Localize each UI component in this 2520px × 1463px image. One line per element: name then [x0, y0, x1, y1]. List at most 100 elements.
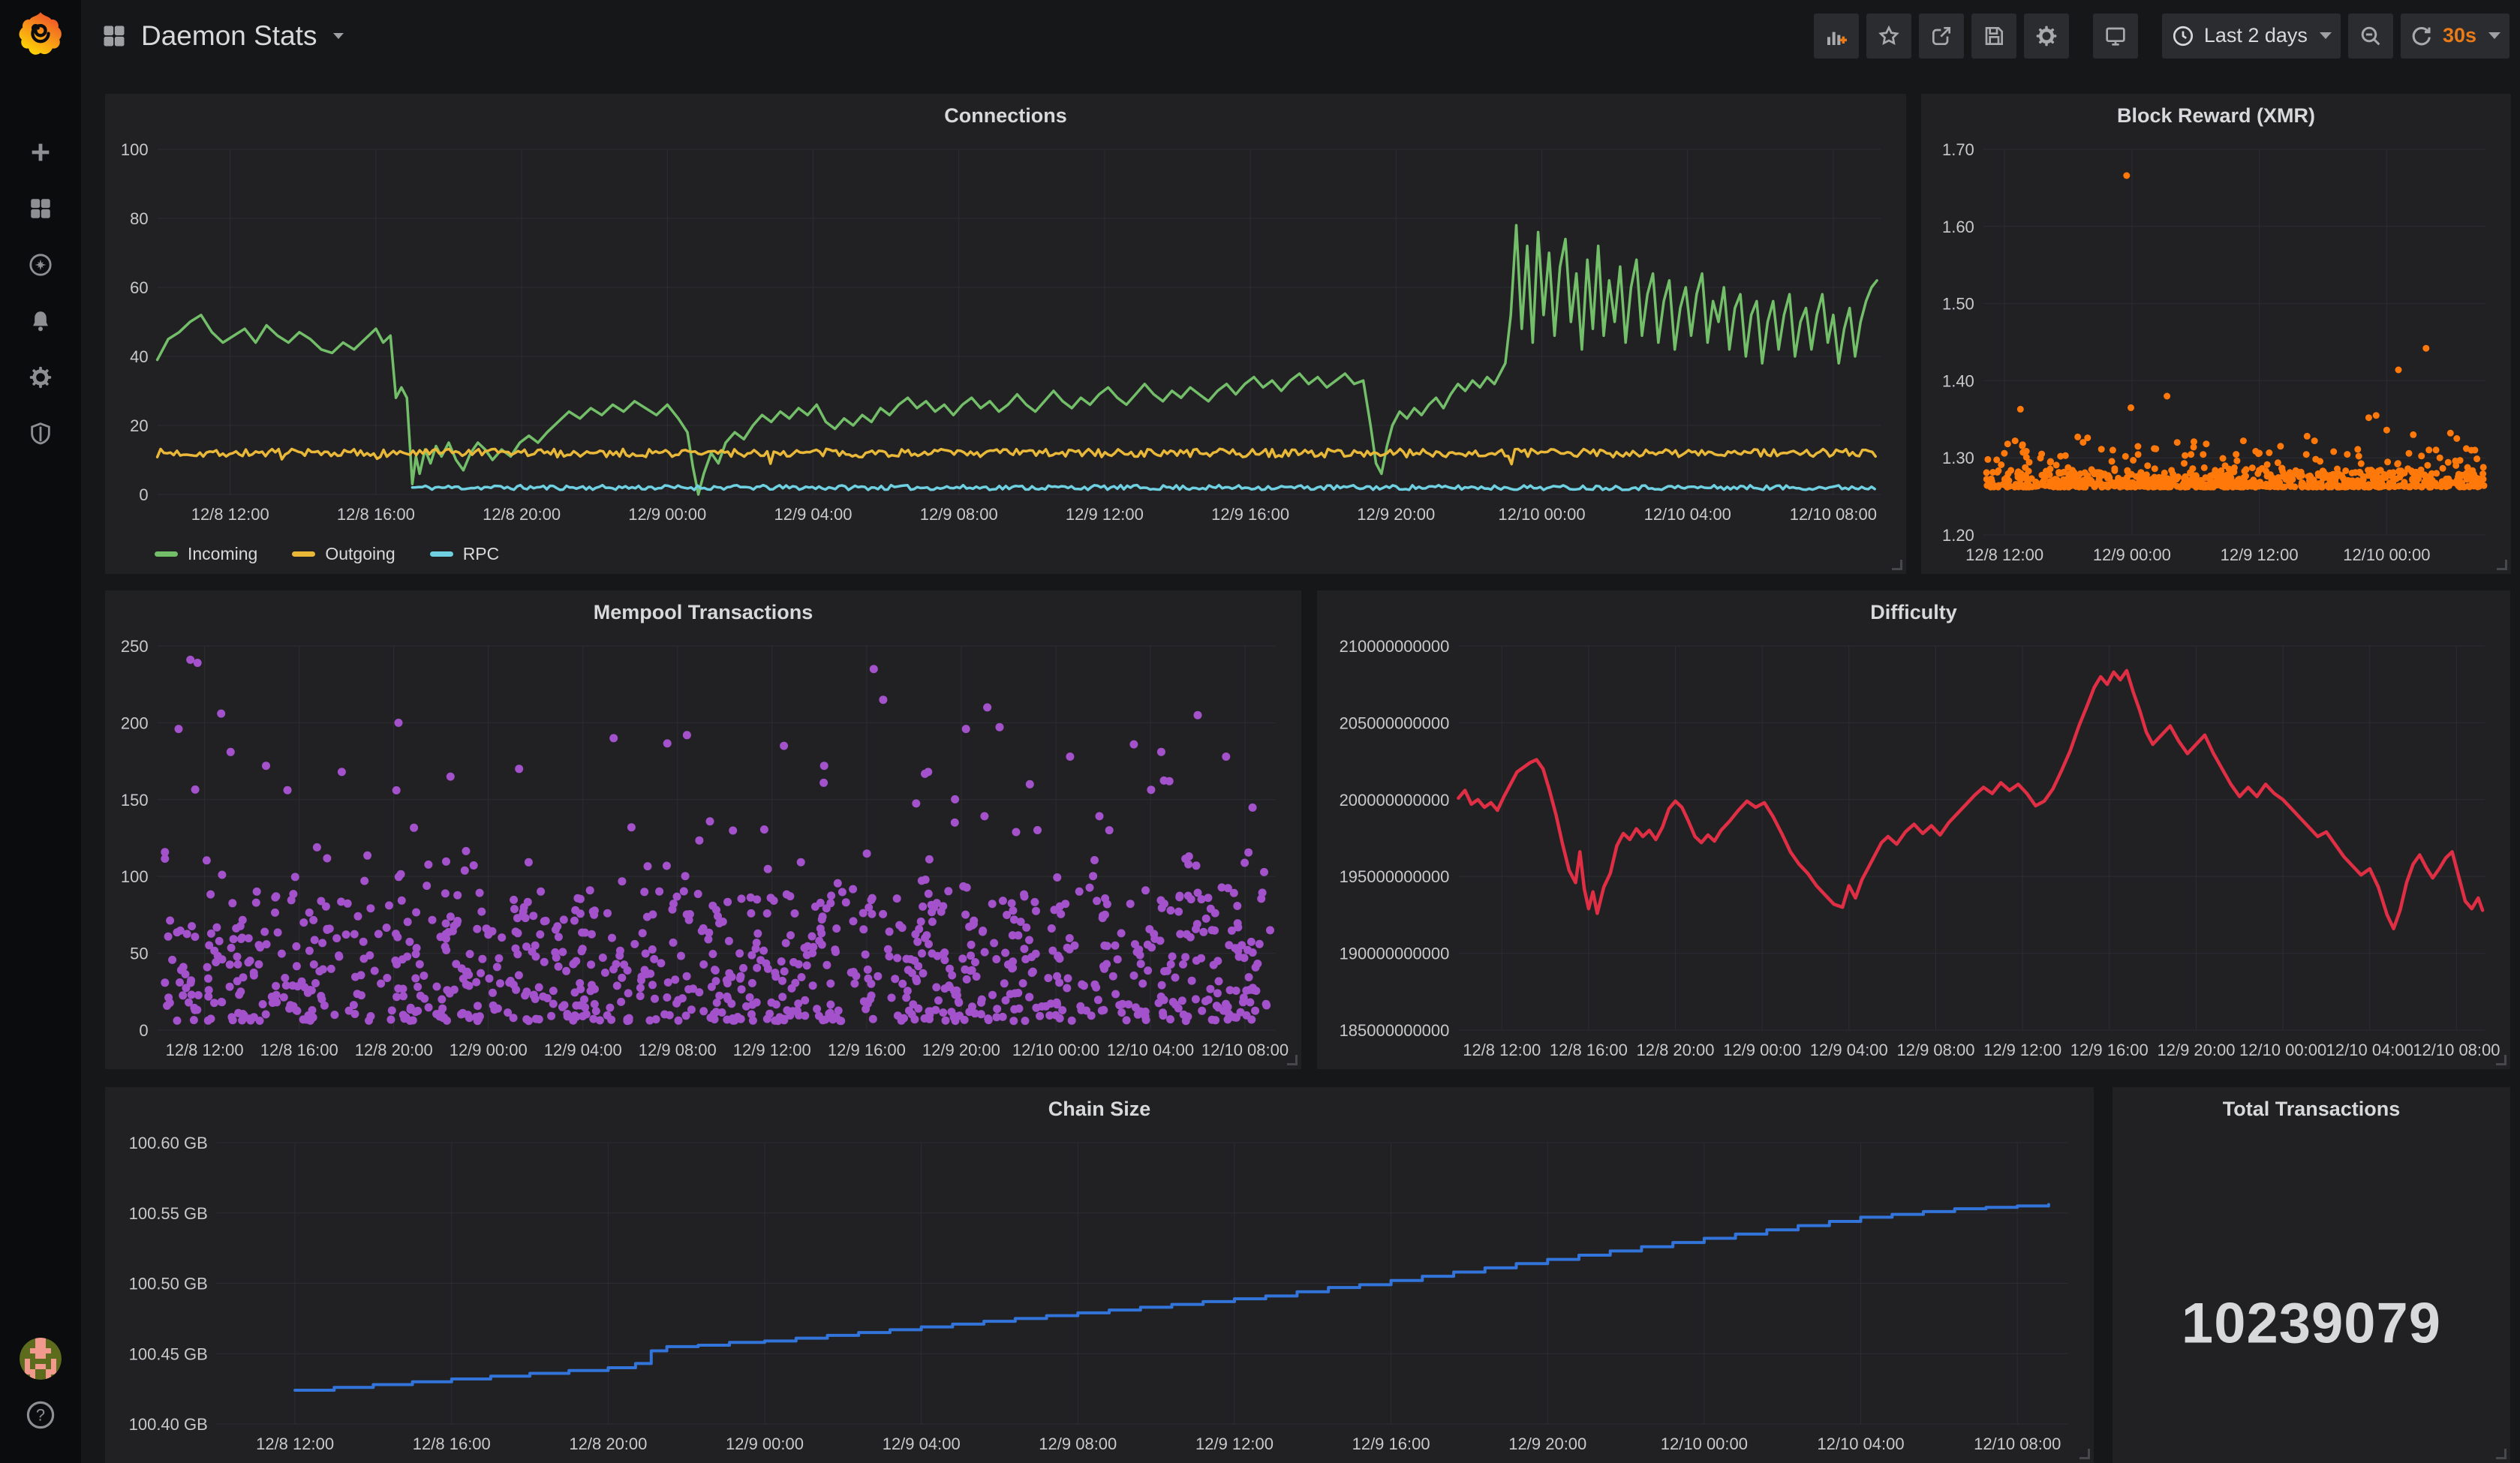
sidebar-nav	[26, 140, 56, 446]
svg-text:150: 150	[121, 791, 149, 810]
sidebar-item-dashboards[interactable]	[26, 196, 56, 221]
star-button[interactable]	[1866, 14, 1911, 59]
connections-chart[interactable]: 12/8 12:0012/8 16:0012/8 20:0012/9 00:00…	[105, 137, 1906, 533]
svg-text:200: 200	[121, 713, 149, 732]
gear-icon	[28, 365, 53, 390]
panel-title-block-reward[interactable]: Block Reward (XMR)	[1921, 94, 2511, 137]
svg-text:12/10 08:00: 12/10 08:00	[1201, 1041, 1289, 1059]
gear-icon	[2034, 24, 2058, 48]
time-range-picker[interactable]: Last 2 days	[2162, 14, 2341, 59]
mempool-plot: 12/8 12:0012/8 16:0012/8 20:0012/9 00:00…	[105, 634, 1301, 1069]
svg-text:12/9 16:00: 12/9 16:00	[2070, 1041, 2149, 1059]
svg-text:12/10 04:00: 12/10 04:00	[1644, 505, 1731, 524]
chain-size-chart[interactable]: 12/8 12:0012/8 16:0012/8 20:0012/9 00:00…	[105, 1131, 2094, 1463]
panel-title-mempool[interactable]: Mempool Transactions	[105, 590, 1301, 634]
svg-text:12/9 20:00: 12/9 20:00	[2158, 1041, 2236, 1059]
legend-item-rpc[interactable]: RPC	[430, 544, 500, 564]
help-icon[interactable]: ?	[25, 1399, 56, 1431]
panel-mempool: Mempool Transactions 12/8 12:0012/8 16:0…	[105, 590, 1301, 1069]
panel-connections: Connections 12/8 12:0012/8 16:0012/8 20:…	[105, 94, 1906, 574]
svg-text:12/9 12:00: 12/9 12:00	[1983, 1041, 2061, 1059]
svg-text:12/10 08:00: 12/10 08:00	[2413, 1041, 2500, 1059]
user-avatar[interactable]	[20, 1338, 62, 1380]
panel-difficulty: Difficulty 12/8 12:0012/8 16:0012/8 20:0…	[1317, 590, 2510, 1069]
svg-text:12/10 08:00: 12/10 08:00	[1974, 1434, 2061, 1453]
save-button[interactable]	[1971, 14, 2016, 59]
panel-title-total-transactions[interactable]: Total Transactions	[2113, 1087, 2510, 1131]
panel-title-connections[interactable]: Connections	[105, 94, 1906, 137]
svg-text:12/9 00:00: 12/9 00:00	[450, 1041, 528, 1059]
svg-text:12/9 04:00: 12/9 04:00	[1810, 1041, 1888, 1059]
dashboard-title[interactable]: Daemon Stats	[141, 20, 317, 52]
svg-text:12/8 12:00: 12/8 12:00	[166, 1041, 244, 1059]
svg-text:12/9 20:00: 12/9 20:00	[1357, 505, 1435, 524]
block_reward-plot: 12/8 12:0012/9 00:0012/9 12:0012/10 00:0…	[1921, 137, 2511, 574]
block-reward-chart[interactable]: 12/8 12:0012/9 00:0012/9 12:0012/10 00:0…	[1921, 137, 2511, 574]
svg-text:12/10 08:00: 12/10 08:00	[1790, 505, 1877, 524]
svg-text:12/8 20:00: 12/8 20:00	[483, 505, 561, 524]
svg-text:1.70: 1.70	[1942, 140, 1974, 159]
svg-text:100.40 GB: 100.40 GB	[129, 1415, 208, 1434]
svg-text:100.45 GB: 100.45 GB	[129, 1344, 208, 1363]
svg-text:12/10 04:00: 12/10 04:00	[2326, 1041, 2413, 1059]
svg-text:1.50: 1.50	[1942, 295, 1974, 314]
add-panel-icon	[1824, 24, 1848, 48]
svg-text:1.30: 1.30	[1942, 449, 1974, 467]
svg-text:12/10 00:00: 12/10 00:00	[1012, 1041, 1099, 1059]
svg-text:60: 60	[130, 278, 148, 297]
svg-text:0: 0	[139, 1021, 148, 1040]
tv-mode-button[interactable]	[2093, 14, 2138, 59]
sidebar-item-configuration[interactable]	[26, 365, 56, 390]
svg-text:0: 0	[139, 485, 148, 504]
svg-text:12/9 04:00: 12/9 04:00	[883, 1434, 961, 1453]
left-sidebar: ?	[0, 0, 81, 1463]
rpc-swatch	[430, 551, 453, 557]
svg-text:12/8 12:00: 12/8 12:00	[256, 1434, 334, 1453]
avatar-image	[20, 1338, 62, 1380]
legend-label-rpc: RPC	[463, 544, 500, 564]
svg-text:12/8 12:00: 12/8 12:00	[191, 505, 269, 524]
share-button[interactable]	[1919, 14, 1964, 59]
svg-text:12/9 16:00: 12/9 16:00	[1352, 1434, 1430, 1453]
sidebar-item-create[interactable]	[26, 140, 56, 165]
svg-text:200000000000: 200000000000	[1340, 791, 1450, 810]
svg-text:12/10 00:00: 12/10 00:00	[1661, 1434, 1748, 1453]
svg-text:12/9 04:00: 12/9 04:00	[544, 1041, 622, 1059]
svg-text:100.60 GB: 100.60 GB	[129, 1134, 208, 1152]
dashboards-icon	[28, 196, 53, 221]
zoom-out-button[interactable]	[2348, 14, 2393, 59]
sidebar-item-alerting[interactable]	[26, 308, 56, 334]
settings-button[interactable]	[2024, 14, 2069, 59]
svg-text:12/8 12:00: 12/8 12:00	[1965, 545, 2043, 564]
time-range-label: Last 2 days	[2204, 24, 2308, 47]
monitor-icon	[2104, 24, 2128, 48]
panel-block-reward: Block Reward (XMR) 12/8 12:0012/9 00:001…	[1921, 94, 2511, 574]
svg-text:100.55 GB: 100.55 GB	[129, 1204, 208, 1223]
total-transactions-stat: 10239079	[2113, 1131, 2510, 1463]
add-panel-button[interactable]	[1814, 14, 1859, 59]
chain_size-plot: 12/8 12:0012/8 16:0012/8 20:0012/9 00:00…	[105, 1131, 2094, 1463]
difficulty-plot: 12/8 12:0012/8 16:0012/8 20:0012/9 00:00…	[1317, 634, 2510, 1069]
grafana-logo[interactable]	[16, 10, 65, 59]
legend-item-outgoing[interactable]: Outgoing	[292, 544, 395, 564]
svg-text:12/9 20:00: 12/9 20:00	[1508, 1434, 1586, 1453]
legend-item-incoming[interactable]: Incoming	[155, 544, 257, 564]
panel-title-chain-size[interactable]: Chain Size	[105, 1087, 2094, 1131]
sidebar-item-explore[interactable]	[26, 252, 56, 278]
sidebar-item-server-admin[interactable]	[26, 421, 56, 446]
save-icon	[1982, 24, 2006, 48]
mempool-chart[interactable]: 12/8 12:0012/8 16:0012/8 20:0012/9 00:00…	[105, 634, 1301, 1069]
title-caret-icon[interactable]	[333, 33, 344, 39]
incoming-swatch	[155, 551, 178, 557]
svg-text:12/8 20:00: 12/8 20:00	[569, 1434, 647, 1453]
panel-title-difficulty[interactable]: Difficulty	[1317, 590, 2510, 634]
svg-text:12/9 12:00: 12/9 12:00	[733, 1041, 811, 1059]
svg-text:12/8 16:00: 12/8 16:00	[1550, 1041, 1628, 1059]
svg-text:100.50 GB: 100.50 GB	[129, 1275, 208, 1293]
svg-text:1.20: 1.20	[1942, 526, 1974, 545]
dashboard-grid-icon[interactable]	[101, 23, 128, 50]
svg-text:12/10 00:00: 12/10 00:00	[2343, 545, 2430, 564]
refresh-button[interactable]: 30s	[2401, 14, 2509, 59]
difficulty-chart[interactable]: 12/8 12:0012/8 16:0012/8 20:0012/9 00:00…	[1317, 634, 2510, 1069]
outgoing-swatch	[292, 551, 315, 557]
